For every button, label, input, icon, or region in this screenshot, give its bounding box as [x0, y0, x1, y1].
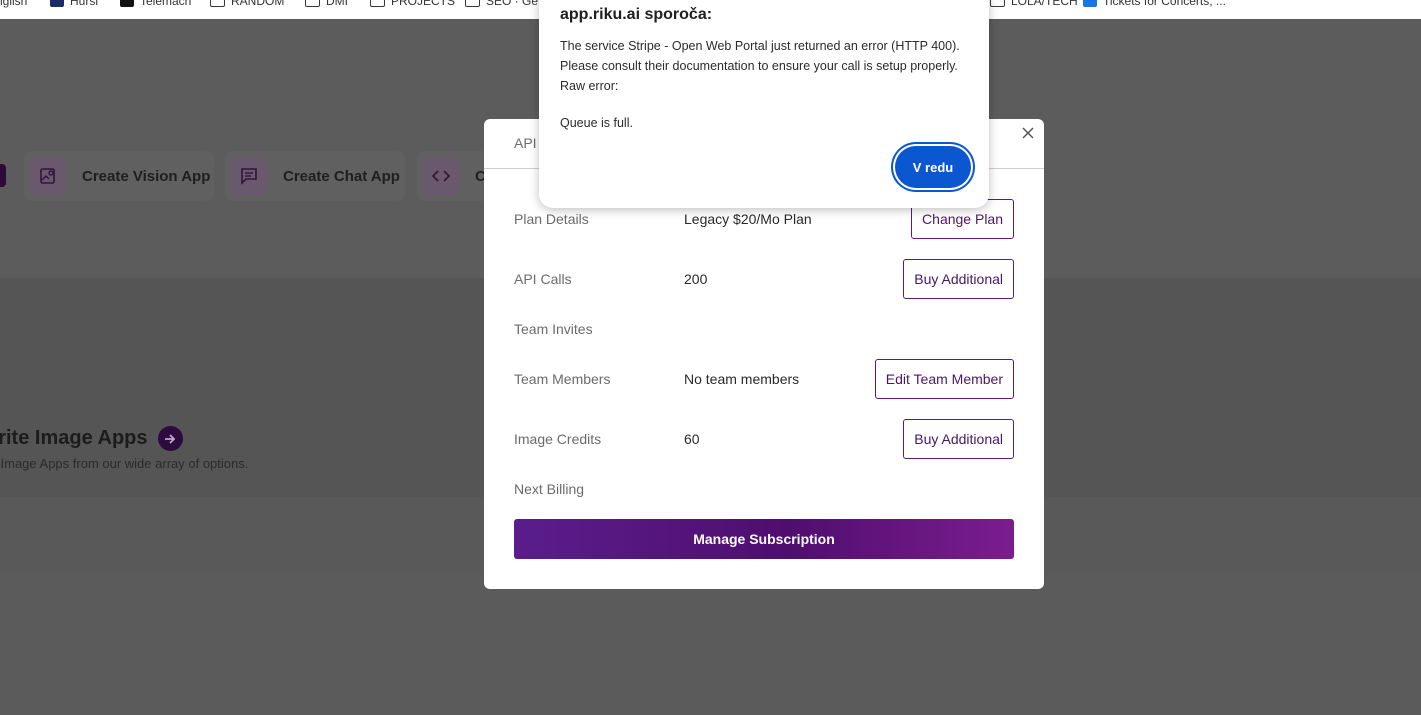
bookmark-item[interactable]: Telemach	[120, 0, 191, 8]
favorites-title: orite Image Apps	[0, 427, 148, 449]
folder-icon	[210, 0, 225, 7]
bookmark-label: nglish	[0, 0, 28, 8]
bookmark-item[interactable]: PROJECTS	[370, 0, 455, 8]
bookmark-item[interactable]: Hursi	[50, 0, 98, 8]
arrow-right-icon[interactable]	[157, 426, 183, 451]
site-icon	[1083, 0, 1097, 7]
folder-icon	[990, 0, 1005, 7]
team-members-value: No team members	[684, 371, 800, 387]
bookmark-item[interactable]: SEO · Ge	[465, 0, 538, 8]
image-credits-value: 60	[684, 431, 700, 447]
bookmark-item[interactable]: RANDOM	[210, 0, 284, 8]
favorites-heading: orite Image Apps	[0, 426, 183, 451]
app-button-label: Create Vision App	[82, 167, 211, 185]
bookmark-label: Tickets for Concerts, ...	[1103, 0, 1226, 8]
favorites-subtitle: l Image Apps from our wide array of opti…	[0, 456, 249, 471]
bookmark-label: Telemach	[140, 0, 192, 8]
bookmark-item[interactable]: nglish	[0, 0, 27, 8]
edit-team-member-button[interactable]: Edit Team Member	[874, 359, 1014, 399]
site-icon	[120, 0, 134, 7]
close-icon[interactable]	[1020, 125, 1036, 141]
bookmark-label: PROJECTS	[391, 0, 456, 8]
image-credits-label: Image Credits	[514, 431, 602, 447]
bookmark-label: Hursi	[70, 0, 99, 8]
folder-icon	[370, 0, 385, 7]
bookmark-label: LOLA/TECH	[1011, 0, 1078, 8]
folder-icon	[465, 0, 480, 7]
bookmark-item[interactable]: DMI	[305, 0, 348, 8]
bookmark-label: SEO · Ge	[486, 0, 539, 8]
team-members-label: Team Members	[514, 371, 611, 387]
bookmark-item[interactable]: Tickets for Concerts, ...	[1083, 0, 1226, 8]
bookmark-label: DMI	[326, 0, 348, 8]
modal-tab-title[interactable]: API	[514, 135, 537, 151]
alert-dialog: app.riku.ai sporoča: The service Stripe …	[539, 0, 989, 208]
vision-image-icon	[30, 158, 66, 194]
create-vision-app-button[interactable]: Create Vision App	[24, 151, 214, 201]
bookmark-item[interactable]: LOLA/TECH	[990, 0, 1078, 8]
api-calls-value: 200	[684, 271, 708, 287]
ok-button[interactable]: V redu	[895, 146, 971, 188]
buy-additional-api-calls-button[interactable]: Buy Additional	[903, 259, 1014, 299]
buy-additional-image-credits-button[interactable]: Buy Additional	[903, 419, 1014, 459]
manage-subscription-button[interactable]: Manage Subscription	[514, 519, 1014, 559]
folder-icon	[305, 0, 320, 7]
api-calls-label: API Calls	[514, 271, 572, 287]
create-chat-app-button[interactable]: Create Chat App	[225, 151, 405, 201]
alert-message: The service Stripe - Open Web Portal jus…	[560, 39, 960, 93]
next-billing-label: Next Billing	[514, 481, 585, 497]
alert-title: app.riku.ai sporoča:	[560, 6, 713, 23]
team-invites-label: Team Invites	[514, 321, 593, 337]
plan-details-label: Plan Details	[514, 211, 589, 227]
code-icon	[423, 158, 459, 194]
chat-icon	[231, 158, 267, 194]
app-button-edge	[0, 164, 6, 187]
app-button-label: Create Chat App	[283, 167, 400, 185]
bookmark-label: RANDOM	[231, 0, 285, 8]
plan-details-value: Legacy $20/Mo Plan	[684, 211, 812, 227]
alert-detail: Queue is full.	[560, 116, 633, 130]
site-icon	[50, 0, 64, 7]
